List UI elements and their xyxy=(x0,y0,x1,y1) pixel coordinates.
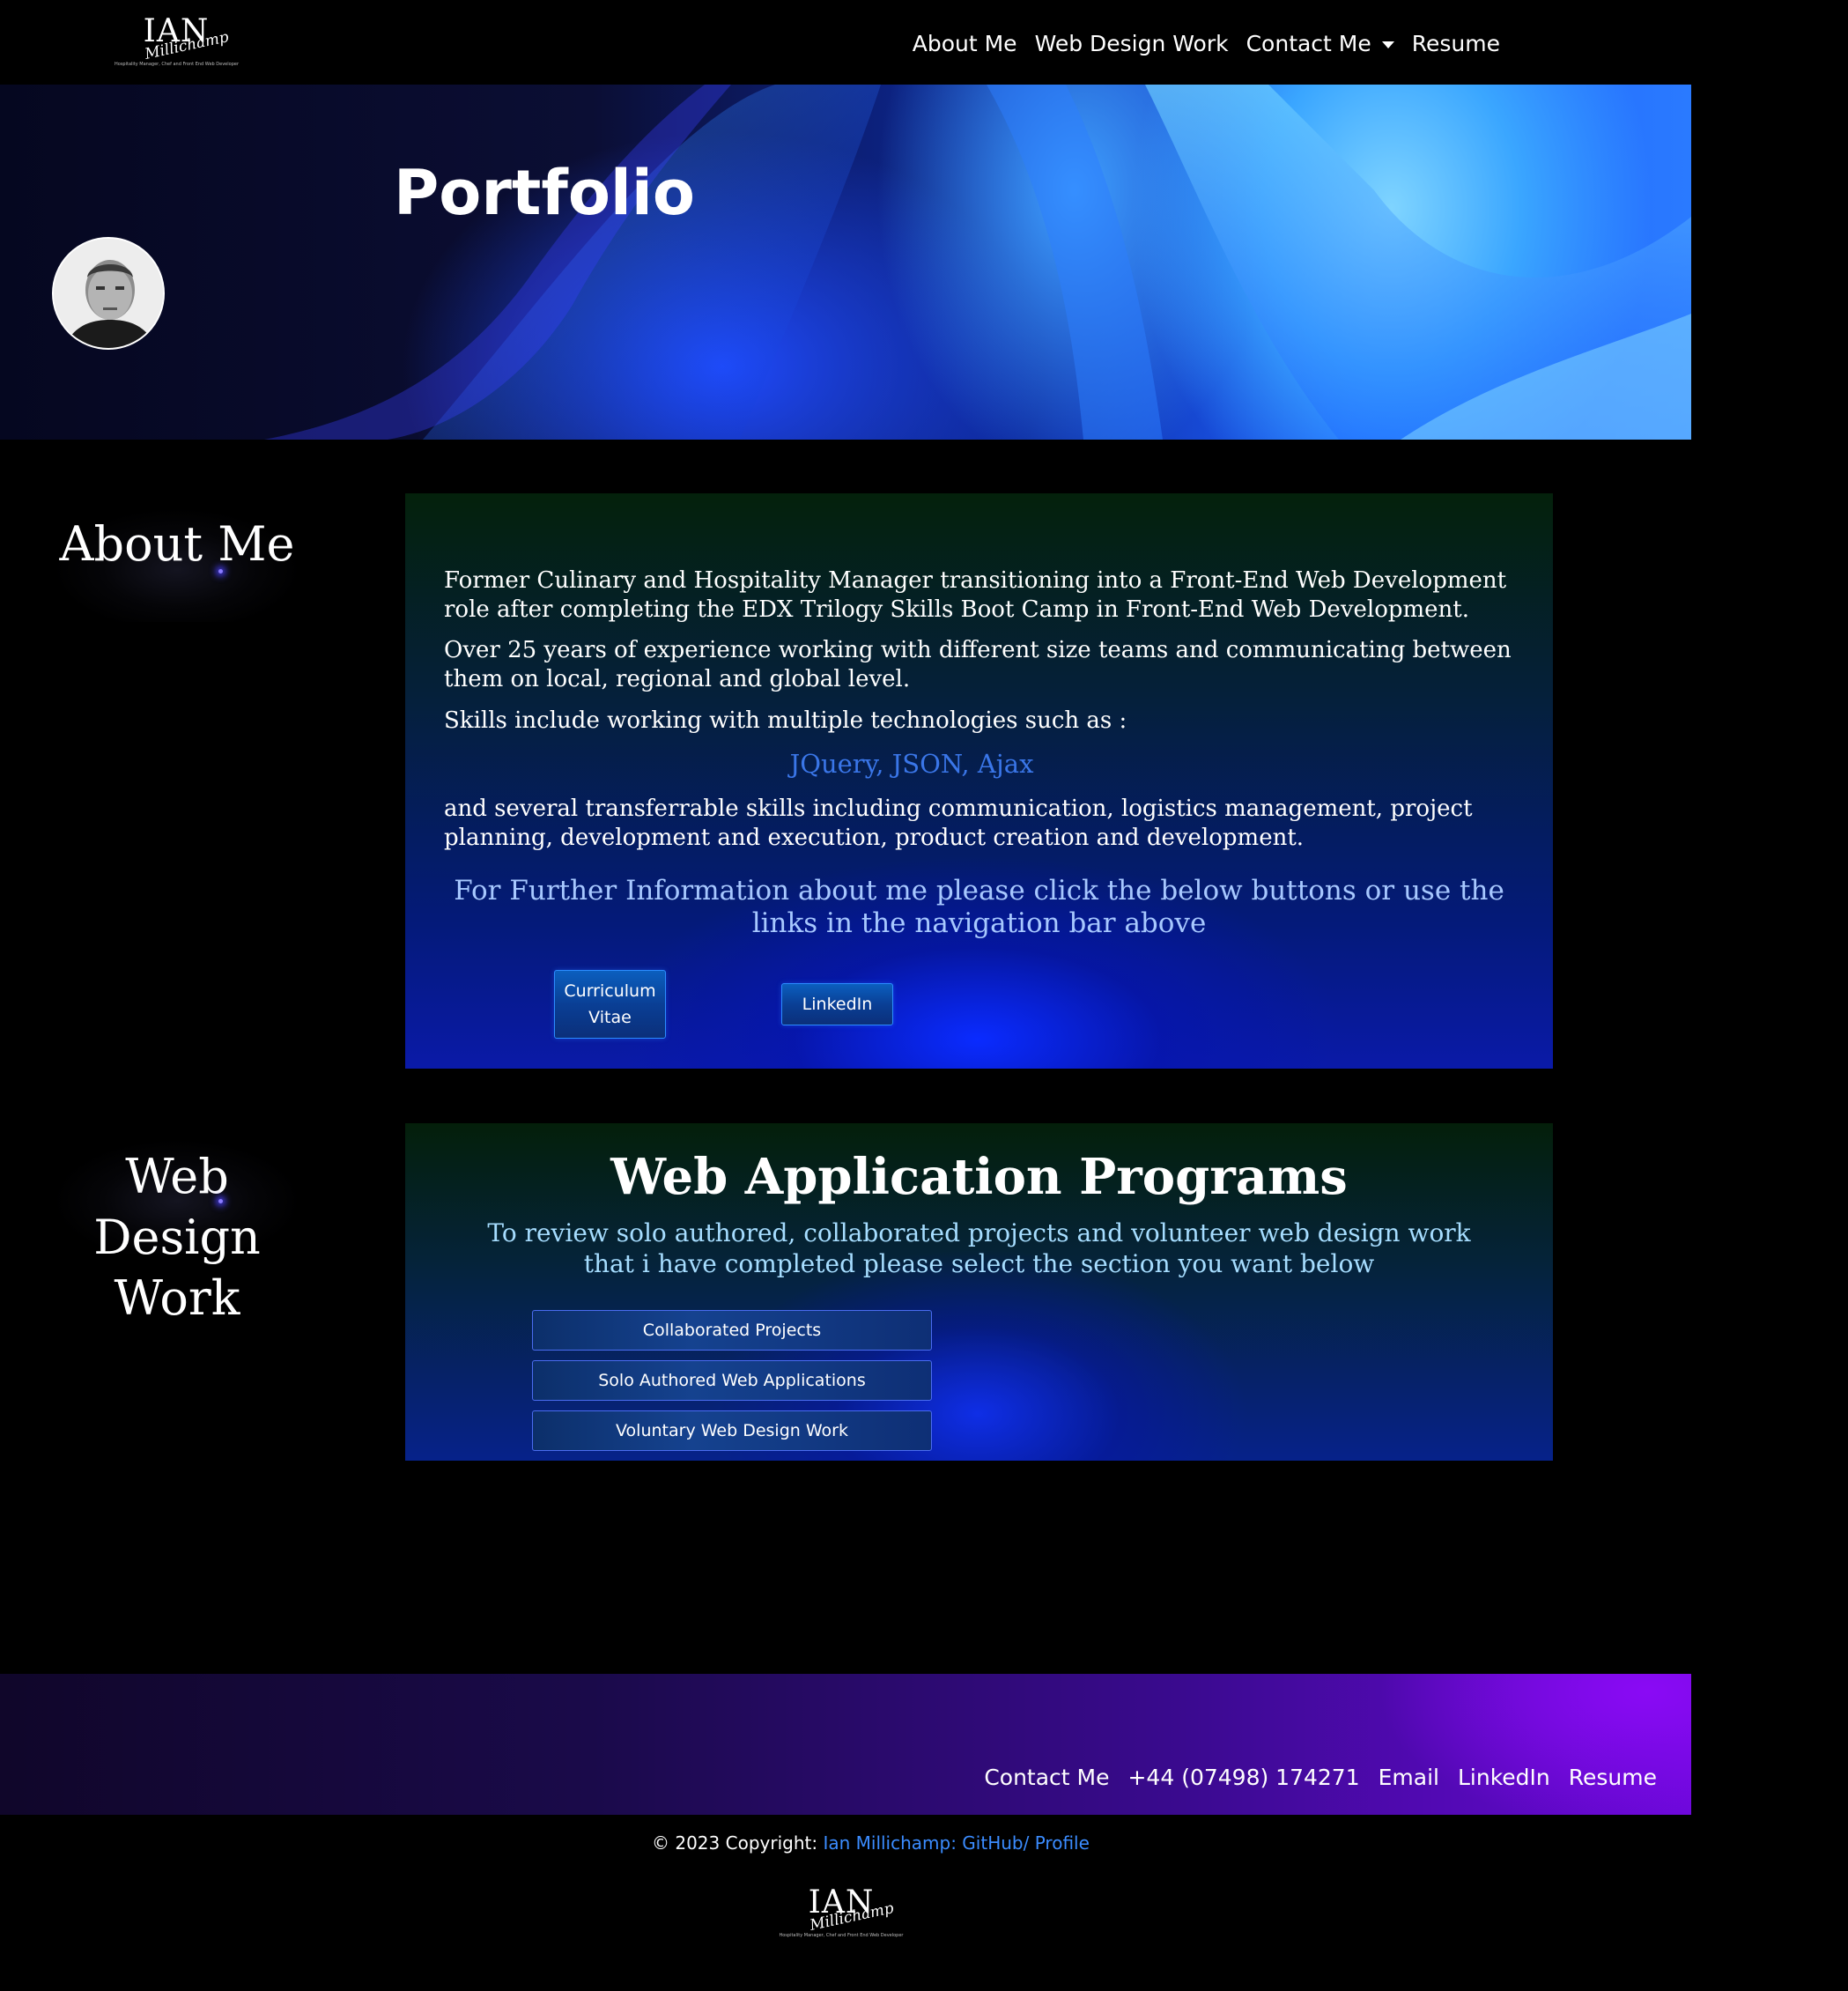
web-design-heading-line-3: Work xyxy=(114,1270,240,1326)
footer-contact-me[interactable]: Contact Me xyxy=(984,1760,1109,1795)
glow-dot xyxy=(218,569,223,574)
nav-contact-me-dropdown[interactable]: Contact Me xyxy=(1246,26,1394,62)
about-paragraph-1: Former Culinary and Hospitality Manager … xyxy=(444,567,1507,623)
navbar: IAN Millichamp Hospitality Manager, Chef… xyxy=(0,0,1691,85)
nav-resume[interactable]: Resume xyxy=(1412,26,1500,62)
footer-linkedin[interactable]: LinkedIn xyxy=(1458,1760,1550,1795)
web-programs-subtitle: To review solo authored, collaborated pr… xyxy=(487,1218,1471,1278)
footer-resume[interactable]: Resume xyxy=(1569,1760,1657,1795)
web-design-work-section-label: Web Design Work xyxy=(44,1121,310,1326)
voluntary-web-design-work-button[interactable]: Voluntary Web Design Work xyxy=(532,1410,932,1451)
hero-title: Portfolio xyxy=(394,157,696,229)
about-paragraph-3: Skills include working with multiple tec… xyxy=(444,707,1127,734)
hero-background-art xyxy=(264,85,1691,440)
about-paragraph-4: and several transferrable skills includi… xyxy=(444,796,1473,851)
curriculum-vitae-button[interactable]: Curriculum Vitae xyxy=(554,970,666,1039)
profile-photo xyxy=(52,237,165,350)
web-design-heading-line-2: Design xyxy=(93,1210,261,1265)
copyright-prefix: © 2023 Copyright: xyxy=(652,1832,818,1854)
collaborated-projects-button[interactable]: Collaborated Projects xyxy=(532,1310,932,1351)
github-profile-link[interactable]: Ian Millichamp: GitHub/ Profile xyxy=(823,1832,1089,1854)
avatar-illustration xyxy=(54,239,163,348)
footer: Contact Me +44 (07498) 174271 Email Link… xyxy=(0,1674,1691,1815)
solo-authored-web-applications-button[interactable]: Solo Authored Web Applications xyxy=(532,1360,932,1401)
web-design-heading-line-1: Web xyxy=(125,1149,229,1204)
web-application-programs-panel: Web Application Programs To review solo … xyxy=(405,1123,1553,1461)
footer-links: Contact Me +44 (07498) 174271 Email Link… xyxy=(984,1760,1657,1795)
logo-tagline: Hospitality Manager, Chef and Front End … xyxy=(115,62,240,67)
about-me-heading: About Me xyxy=(59,516,295,572)
glow-dot xyxy=(218,1199,223,1203)
web-work-button-group: Collaborated Projects Solo Authored Web … xyxy=(532,1310,932,1451)
linkedin-button[interactable]: LinkedIn xyxy=(781,983,893,1025)
footer-email[interactable]: Email xyxy=(1379,1760,1439,1795)
nav-web-design-work[interactable]: Web Design Work xyxy=(1035,26,1229,62)
hero-banner: Portfolio xyxy=(0,85,1691,440)
caret-down-icon xyxy=(1381,41,1394,48)
skills-list: JQuery, JSON, Ajax xyxy=(789,749,1034,779)
footer-brand-logo: IAN Millichamp Hospitality Manager, Chef… xyxy=(762,1887,920,1939)
brand-logo[interactable]: IAN Millichamp Hospitality Manager, Chef… xyxy=(115,16,240,68)
nav-about-me[interactable]: About Me xyxy=(913,26,1017,62)
copyright: © 2023 Copyright: Ian Millichamp: GitHub… xyxy=(652,1832,1090,1854)
about-me-section-label: About Me xyxy=(44,492,310,622)
about-paragraph-2: Over 25 years of experience working with… xyxy=(444,637,1512,692)
web-programs-title: Web Application Programs xyxy=(610,1148,1348,1206)
about-me-panel: Former Culinary and Hospitality Manager … xyxy=(405,493,1553,1069)
main-nav: About Me Web Design Work Contact Me Resu… xyxy=(913,26,1500,62)
nav-contact-me-label: Contact Me xyxy=(1246,31,1371,56)
footer-phone[interactable]: +44 (07498) 174271 xyxy=(1127,1760,1359,1795)
further-info-text: For Further Information about me please … xyxy=(454,875,1504,939)
